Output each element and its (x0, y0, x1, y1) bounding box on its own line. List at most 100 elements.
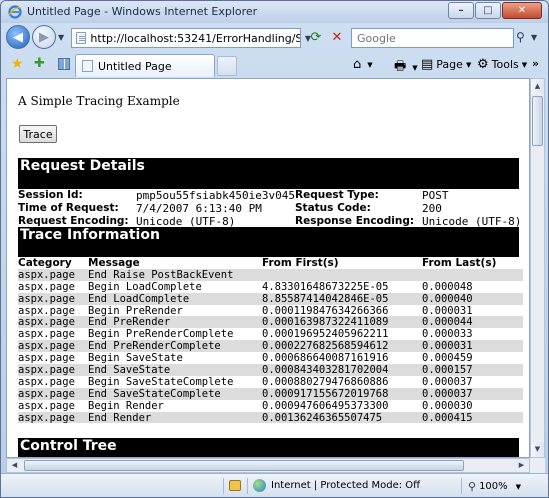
zoom-control[interactable]: ⚲ 100% ▼ (468, 480, 521, 493)
cell-from-first: 0.000227682568594612 (262, 340, 389, 353)
recent-pages-dropdown[interactable]: ▼ (58, 33, 64, 42)
cell-message: End Render (88, 411, 152, 424)
cell-message: Begin SaveState (88, 352, 183, 365)
print-button[interactable]: 🖶 ▼ (394, 57, 418, 79)
cell-from-last: 0.000044 (422, 316, 473, 329)
command-bar: ★ ✚ Untitled Page ⌂ ▼ 🖶 ▼ ▤ Page ▼ ⚙ Tools ▼ » (1, 53, 548, 77)
page-icon (76, 32, 87, 44)
scroll-left-icon[interactable]: ◀ (7, 459, 22, 472)
table-row: aspx.page Begin PreRenderComplete 0.000196… (18, 328, 523, 340)
address-bar[interactable]: http://localhost:53241/ErrorHandling/Sim… (71, 28, 301, 48)
minimize-button[interactable]: – (448, 2, 474, 19)
tab-untitled-page[interactable]: Untitled Page (75, 54, 215, 77)
cell-message: End LoadComplete (88, 292, 190, 305)
forward-button[interactable]: ▶ (32, 25, 56, 49)
table-row: aspx.page Begin LoadComplete 4.83301648673… (18, 281, 523, 293)
page-icon: ▤ (421, 57, 434, 72)
add-favorite-icon[interactable]: ✚ (34, 56, 45, 71)
cell-from-last: 0.000040 (422, 292, 473, 305)
protected-mode-lock-icon[interactable] (229, 480, 241, 491)
cell-category: aspx.page (18, 352, 75, 365)
detail-label: Request Type: (295, 189, 379, 201)
horizontal-scrollbar[interactable]: ◀ ▶ (6, 458, 530, 473)
cell-message: Begin PreRender (88, 304, 183, 317)
request-details-table: Session Id: pmp5ou55fsiabk450ie3v045 Req… (18, 189, 523, 228)
back-button[interactable]: ◀ (6, 25, 30, 49)
tools-menu[interactable]: ⚙ Tools ▼ (477, 57, 527, 72)
table-row: aspx.page End LoadComplete 8.8558741404284… (18, 292, 523, 305)
maximize-button[interactable]: □ (475, 2, 501, 19)
search-box[interactable] (351, 28, 514, 48)
scroll-up-icon[interactable]: ▲ (531, 79, 544, 94)
status-divider (247, 478, 248, 494)
more-commands-button[interactable]: » (532, 57, 539, 70)
security-zone-status[interactable]: Internet | Protected Mode: Off (271, 480, 420, 491)
window-title: Untitled Page - Windows Internet Explore… (27, 5, 258, 18)
detail-value: 7/4/2007 6:13:40 PM (136, 202, 262, 215)
table-row: aspx.page End SaveState 0.0008434032817020… (18, 364, 523, 376)
cell-category: aspx.page (18, 268, 75, 281)
detail-row: Session Id: pmp5ou55fsiabk450ie3v045 Req… (18, 189, 523, 202)
column-header: Message (88, 257, 140, 269)
cell-from-first: 0.000686640087161916 (262, 352, 389, 365)
trace-button[interactable]: Trace (19, 125, 57, 143)
ie-logo-icon (8, 5, 22, 19)
home-button[interactable]: ⌂ ▼ (353, 57, 373, 72)
vertical-scroll-thumb[interactable] (532, 96, 543, 146)
cell-from-first: 0.000880279476860886 (262, 375, 389, 388)
stop-icon[interactable]: ✕ (328, 30, 346, 46)
detail-label: Status Code: (295, 202, 371, 214)
cell-message: End Raise PostBackEvent (88, 268, 234, 281)
table-row: aspx.page Begin SaveState 0.00068664008716… (18, 352, 523, 364)
refresh-icon[interactable]: ⟳ (307, 30, 325, 46)
internet-zone-globe-icon (253, 479, 266, 492)
tab-label: Untitled Page (98, 59, 172, 73)
new-tab-button[interactable] (217, 56, 237, 76)
cell-message: Begin PreRenderComplete (88, 328, 234, 341)
detail-row: Time of Request: 7/4/2007 6:13:40 PM Sta… (18, 202, 523, 215)
detail-value: pmp5ou55fsiabk450ie3v045 (136, 189, 295, 202)
table-row: aspx.page End PreRenderComplete 0.00022768… (18, 340, 523, 352)
search-input[interactable] (357, 31, 507, 45)
back-arrow-icon: ◀ (13, 29, 23, 45)
request-details-header: Request Details (18, 158, 519, 189)
title-bar: Untitled Page - Windows Internet Explore… (1, 1, 548, 23)
quick-tabs-icon[interactable] (58, 58, 70, 70)
horizontal-scroll-thumb[interactable] (24, 460, 464, 471)
favorites-star-icon[interactable]: ★ (11, 56, 24, 72)
table-row: aspx.page End SaveStateComplete 0.00091715… (18, 387, 523, 400)
trace-header-row: Category Message From First(s) From Last… (18, 257, 523, 269)
column-header: From Last(s) (422, 257, 497, 269)
address-url[interactable]: http://localhost:53241/ErrorHandling/Sim… (90, 32, 300, 45)
table-row: aspx.page End Render 0.00136246365507475 0.… (18, 411, 523, 424)
gear-icon: ⚙ (477, 57, 489, 72)
cell-message: End PreRender (88, 316, 171, 329)
search-options-dropdown[interactable]: ▼ (531, 33, 537, 42)
cell-from-last: 0.000037 (422, 387, 473, 400)
cell-from-last: 0.000030 (422, 399, 473, 412)
cell-category: aspx.page (18, 340, 75, 353)
status-bar: Internet | Protected Mode: Off ⚲ 100% ▼ (1, 473, 548, 497)
detail-value: 200 (422, 202, 442, 215)
table-row: aspx.page End Raise PostBackEvent (18, 268, 523, 281)
scroll-right-icon[interactable]: ▶ (514, 459, 529, 472)
trace-table: Category Message From First(s) From Last… (18, 257, 523, 424)
detail-value: POST (422, 189, 449, 202)
tools-menu-label: Tools (491, 58, 519, 71)
cell-category: aspx.page (18, 399, 75, 412)
cell-category: aspx.page (18, 375, 75, 388)
cell-category: aspx.page (18, 387, 75, 400)
cell-from-first: 0.000843403281702004 (262, 364, 389, 377)
cell-message: Begin Render (88, 399, 164, 412)
vertical-scrollbar[interactable]: ▲ ▼ (530, 78, 545, 458)
cell-from-last: 0.000048 (422, 280, 473, 293)
scroll-down-icon[interactable]: ▼ (531, 442, 544, 457)
cell-from-first: 0.00136246365507475 (262, 411, 383, 424)
page-menu[interactable]: ▤ Page ▼ (421, 57, 471, 72)
cell-from-last: 0.000031 (422, 340, 473, 353)
zoom-level: 100% (479, 481, 508, 492)
search-icon[interactable]: ⚲ (516, 30, 525, 44)
status-divider (223, 478, 224, 494)
cell-message: Begin LoadComplete (88, 280, 202, 293)
close-button[interactable]: ✕ (502, 2, 542, 19)
